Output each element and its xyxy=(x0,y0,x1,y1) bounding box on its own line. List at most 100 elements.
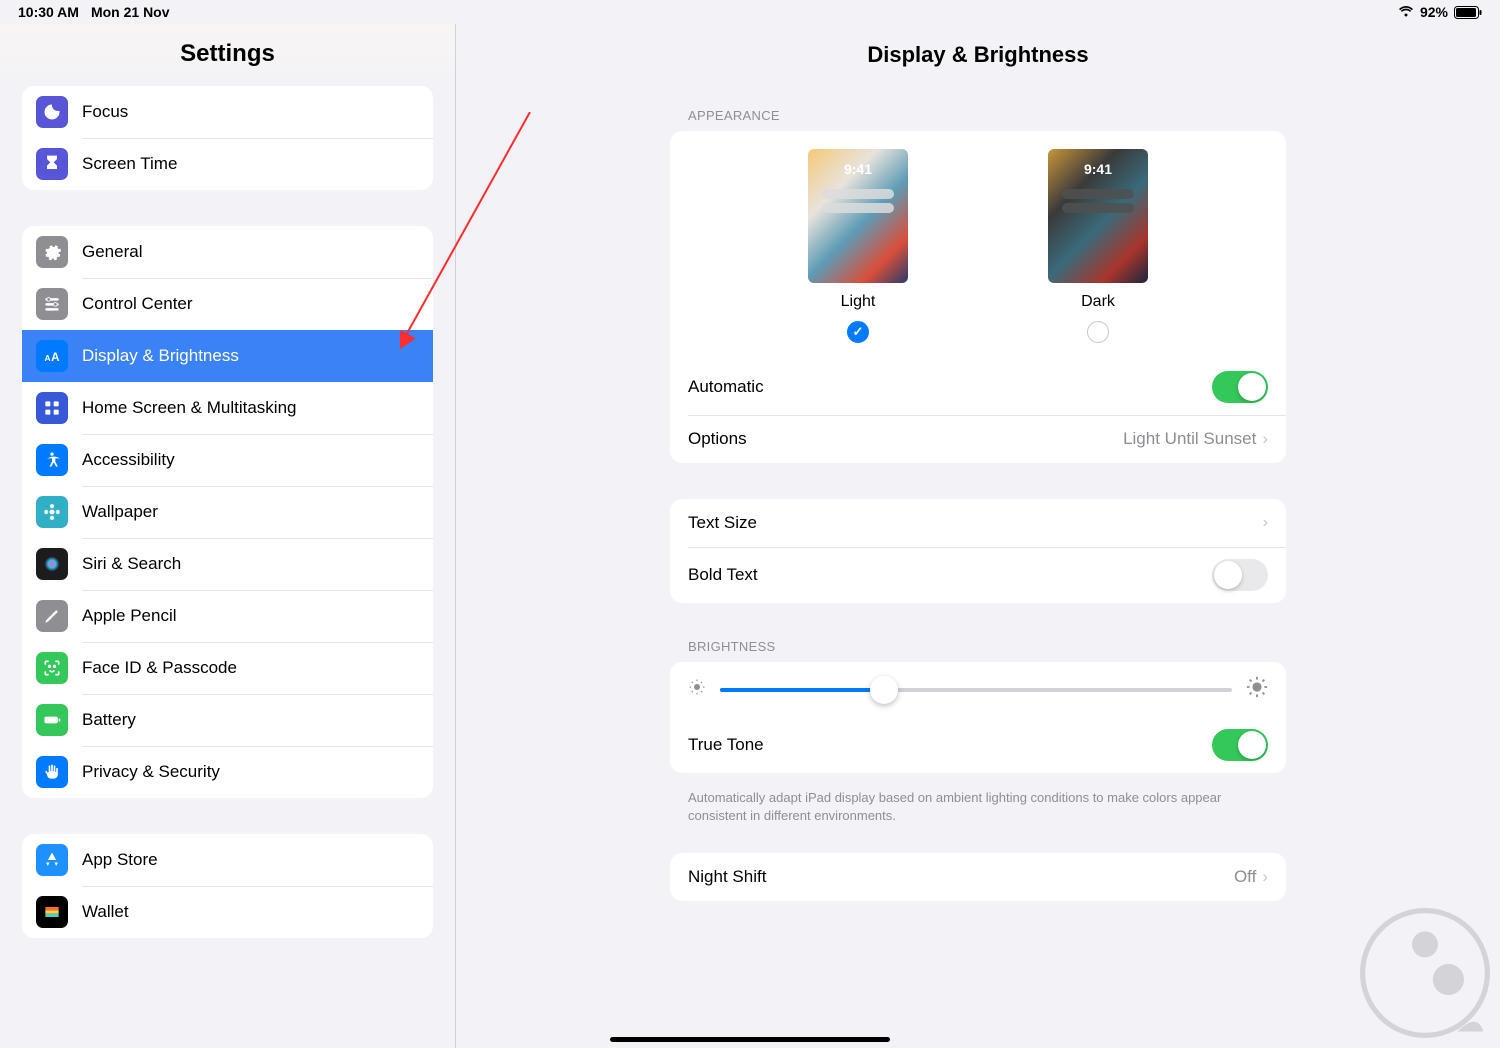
hourglass-icon xyxy=(36,148,68,180)
night-shift-label: Night Shift xyxy=(688,867,766,887)
true-tone-hint: Automatically adapt iPad display based o… xyxy=(670,781,1286,825)
appearance-header: APPEARANCE xyxy=(670,108,1286,131)
sidebar-item-home-screen[interactable]: Home Screen & Multitasking xyxy=(22,382,433,434)
sidebar-item-siri[interactable]: Siri & Search xyxy=(22,538,433,590)
bold-text-toggle[interactable] xyxy=(1212,559,1268,591)
dark-label: Dark xyxy=(1081,293,1115,311)
sliders-icon xyxy=(36,288,68,320)
sidebar-item-label: Focus xyxy=(82,102,128,122)
text-size-label: Text Size xyxy=(688,513,757,533)
appearance-light[interactable]: 9:41 Light xyxy=(808,149,908,343)
automatic-label: Automatic xyxy=(688,377,764,397)
grid-icon xyxy=(36,392,68,424)
chevron-right-icon: › xyxy=(1262,429,1268,449)
status-date: Mon 21 Nov xyxy=(91,4,170,20)
text-size-row[interactable]: Text Size › xyxy=(670,499,1286,547)
sidebar-item-general[interactable]: General xyxy=(22,226,433,278)
sun-small-icon xyxy=(688,678,706,701)
face-watermark xyxy=(1360,908,1490,1038)
sidebar-item-control-center[interactable]: Control Center xyxy=(22,278,433,330)
pencil-icon xyxy=(36,600,68,632)
automatic-row: Automatic xyxy=(670,359,1286,415)
appearance-dark[interactable]: 9:41 Dark xyxy=(1048,149,1148,343)
sidebar-item-label: Screen Time xyxy=(82,154,177,174)
gear-icon xyxy=(36,236,68,268)
sidebar-group-1: General Control Center AA Display & Brig… xyxy=(22,226,433,798)
sidebar-item-label: App Store xyxy=(82,850,158,870)
radio-light[interactable] xyxy=(847,321,869,343)
sidebar-item-screentime[interactable]: Screen Time xyxy=(22,138,433,190)
options-value: Light Until Sunset xyxy=(1123,429,1256,449)
brightness-header: BRIGHTNESS xyxy=(670,639,1286,662)
sidebar-title: Settings xyxy=(0,24,455,86)
night-shift-row[interactable]: Night Shift Off› xyxy=(670,853,1286,901)
sidebar-item-label: Privacy & Security xyxy=(82,762,220,782)
true-tone-label: True Tone xyxy=(688,735,764,755)
detail-title: Display & Brightness xyxy=(456,24,1500,108)
sidebar-item-label: General xyxy=(82,242,142,262)
preview-time: 9:41 xyxy=(1048,161,1148,177)
wifi-icon xyxy=(1398,6,1414,18)
automatic-toggle[interactable] xyxy=(1212,371,1268,403)
sidebar-item-label: Wallet xyxy=(82,902,129,922)
brightness-panel: True Tone xyxy=(670,662,1286,773)
chevron-right-icon: › xyxy=(1262,867,1268,887)
home-indicator[interactable] xyxy=(610,1037,890,1042)
brightness-slider[interactable] xyxy=(720,688,1232,692)
bold-text-label: Bold Text xyxy=(688,565,758,585)
sidebar-group-0: Focus Screen Time xyxy=(22,86,433,190)
bold-text-row: Bold Text xyxy=(670,547,1286,603)
sidebar-item-label: Siri & Search xyxy=(82,554,181,574)
sidebar-item-appstore[interactable]: App Store xyxy=(22,834,433,886)
sidebar-item-label: Battery xyxy=(82,710,136,730)
sidebar-item-wallet[interactable]: Wallet xyxy=(22,886,433,938)
chevron-right-icon: › xyxy=(1263,514,1268,532)
sidebar-item-label: Control Center xyxy=(82,294,193,314)
radio-dark[interactable] xyxy=(1087,321,1109,343)
flower-icon xyxy=(36,496,68,528)
sun-large-icon xyxy=(1246,676,1268,703)
true-tone-toggle[interactable] xyxy=(1212,729,1268,761)
text-size-icon: AA xyxy=(36,340,68,372)
faceid-icon xyxy=(36,652,68,684)
appstore-icon xyxy=(36,844,68,876)
sidebar-item-display-brightness[interactable]: AA Display & Brightness xyxy=(22,330,433,382)
preview-dark: 9:41 xyxy=(1048,149,1148,283)
accessibility-icon xyxy=(36,444,68,476)
sidebar-item-focus[interactable]: Focus xyxy=(22,86,433,138)
preview-light: 9:41 xyxy=(808,149,908,283)
status-time: 10:30 AM xyxy=(18,4,79,20)
brightness-slider-row xyxy=(670,662,1286,717)
options-row[interactable]: Options Light Until Sunset › xyxy=(670,415,1286,463)
siri-icon xyxy=(36,548,68,580)
sidebar-item-label: Face ID & Passcode xyxy=(82,658,237,678)
status-bar: 10:30 AM Mon 21 Nov 92% xyxy=(0,0,1500,24)
sidebar-group-2: App Store Wallet xyxy=(22,834,433,938)
battery-percent: 92% xyxy=(1420,4,1448,20)
true-tone-row: True Tone xyxy=(670,717,1286,773)
sidebar-item-apple-pencil[interactable]: Apple Pencil xyxy=(22,590,433,642)
svg-text:A: A xyxy=(45,353,51,363)
sidebar-item-faceid[interactable]: Face ID & Passcode xyxy=(22,642,433,694)
sidebar-item-privacy[interactable]: Privacy & Security xyxy=(22,746,433,798)
sidebar-item-accessibility[interactable]: Accessibility xyxy=(22,434,433,486)
svg-text:A: A xyxy=(51,351,60,364)
sidebar-item-wallpaper[interactable]: Wallpaper xyxy=(22,486,433,538)
sidebar-item-label: Display & Brightness xyxy=(82,346,239,366)
detail-pane: Display & Brightness APPEARANCE 9:41 Lig… xyxy=(456,24,1500,1048)
options-label: Options xyxy=(688,429,747,449)
moon-icon xyxy=(36,96,68,128)
appearance-panel: 9:41 Light 9:41 Dark xyxy=(670,131,1286,463)
sidebar-item-label: Home Screen & Multitasking xyxy=(82,398,296,418)
sidebar-item-label: Wallpaper xyxy=(82,502,158,522)
wallet-icon xyxy=(36,896,68,928)
sidebar-item-battery[interactable]: Battery xyxy=(22,694,433,746)
preview-time: 9:41 xyxy=(808,161,908,177)
text-panel: Text Size › Bold Text xyxy=(670,499,1286,603)
sidebar-item-label: Apple Pencil xyxy=(82,606,177,626)
sidebar: Settings Focus Screen Time General xyxy=(0,24,456,1048)
battery-icon xyxy=(36,704,68,736)
battery-icon xyxy=(1454,6,1482,19)
light-label: Light xyxy=(841,293,876,311)
hand-icon xyxy=(36,756,68,788)
